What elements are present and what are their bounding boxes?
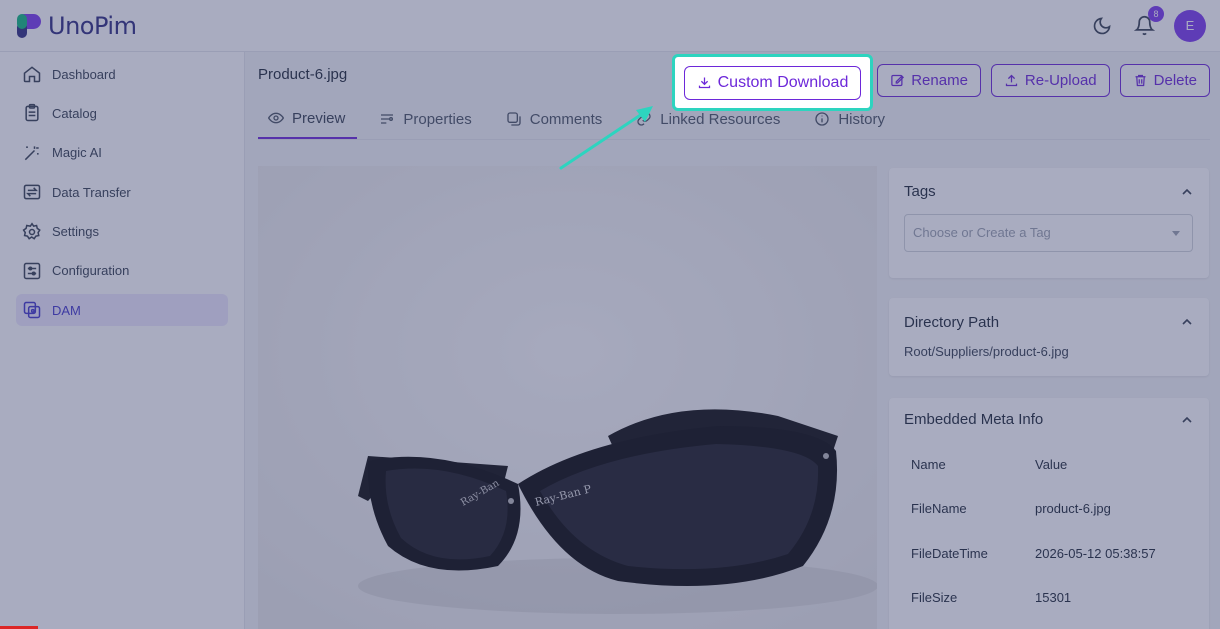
- custom-download-label: Custom Download: [717, 73, 849, 91]
- tab-label: Properties: [403, 110, 472, 128]
- sidebar-item-label: DAM: [52, 302, 81, 318]
- tabs-divider: [258, 139, 1210, 140]
- tags-panel: Tags Choose or Create a Tag: [889, 168, 1209, 278]
- sidebar-item-label: Settings: [52, 224, 99, 240]
- sidebar-item-label: Catalog: [52, 105, 97, 121]
- properties-icon: [381, 114, 394, 124]
- eye-icon: [268, 112, 284, 124]
- table-row: FileDateTime 2026-05-12 05:38:57: [904, 531, 1194, 576]
- magic-wand-icon: [24, 146, 39, 160]
- sidebar-item-magic-ai[interactable]: Magic AI: [16, 137, 228, 169]
- meta-name: FileName: [911, 501, 967, 517]
- sidebar-item-data-transfer[interactable]: Data Transfer: [16, 176, 228, 208]
- meta-name: FileDateTime: [911, 545, 988, 561]
- info-icon: [815, 112, 830, 126]
- table-row: FileSize 15301: [904, 576, 1194, 621]
- chevron-up-icon[interactable]: [1181, 414, 1193, 426]
- clipboard-icon: [25, 104, 39, 122]
- image-preview: Ray-Ban P Ray-Ban: [258, 166, 877, 629]
- chevron-up-icon[interactable]: [1181, 186, 1193, 198]
- tab-label: Preview: [292, 109, 346, 127]
- page-title: Product-6.jpg: [258, 66, 348, 83]
- tag-select[interactable]: Choose or Create a Tag: [904, 214, 1193, 252]
- images-icon: [23, 302, 41, 319]
- caret-down-icon: [1172, 231, 1180, 236]
- home-icon: [23, 66, 41, 83]
- table-header: Name Value: [904, 442, 1194, 487]
- logo-text: UnoPim: [48, 11, 137, 40]
- unopim-logo-icon: [17, 13, 41, 38]
- directory-path-value: Root/Suppliers/product-6.jpg: [904, 344, 1069, 359]
- sidebar-item-dam[interactable]: DAM: [16, 294, 228, 327]
- dark-mode-toggle[interactable]: [1090, 14, 1114, 38]
- table-row: FileName product-6.jpg: [904, 487, 1194, 532]
- top-header: UnoPim 8 E: [0, 0, 1220, 52]
- download-icon: [698, 77, 710, 89]
- sunglasses-image: Ray-Ban P Ray-Ban: [258, 166, 877, 629]
- sidebar-item-label: Configuration: [52, 263, 130, 279]
- sidebar-item-catalog[interactable]: Catalog: [16, 97, 228, 129]
- transfer-icon: [23, 184, 41, 200]
- rename-label: Rename: [911, 72, 968, 89]
- pointer-arrow-icon: [559, 106, 653, 170]
- tag-select-placeholder: Choose or Create a Tag: [913, 225, 1051, 240]
- tab-properties[interactable]: Properties: [369, 99, 483, 139]
- sidebar-item-label: Magic AI: [52, 145, 102, 161]
- delete-button[interactable]: Delete: [1119, 64, 1210, 97]
- rename-button[interactable]: Rename: [877, 64, 981, 97]
- sidebar-item-dashboard[interactable]: Dashboard: [16, 58, 228, 90]
- reupload-label: Re-Upload: [1024, 72, 1097, 89]
- sliders-icon: [23, 262, 41, 280]
- avatar[interactable]: E: [1174, 9, 1206, 42]
- logo[interactable]: UnoPim: [16, 11, 137, 40]
- tags-title: Tags: [904, 183, 936, 200]
- comments-icon: [507, 112, 521, 126]
- main-content: Product-6.jpg Rename Re-Upload Delete Pr…: [245, 52, 1220, 629]
- sidebar-item-configuration[interactable]: Configuration: [16, 255, 228, 287]
- trash-icon: [1135, 74, 1146, 87]
- reupload-button[interactable]: Re-Upload: [990, 64, 1110, 97]
- sidebar-item-label: Data Transfer: [52, 184, 131, 200]
- upload-icon: [1005, 74, 1018, 87]
- gear-icon: [22, 221, 41, 240]
- directory-title: Directory Path: [904, 314, 1000, 331]
- edit-icon: [891, 74, 905, 87]
- meta-value: 15301: [1035, 590, 1072, 606]
- tab-label: History: [838, 110, 886, 128]
- notifications-button[interactable]: 8: [1132, 5, 1164, 38]
- sidebar: Dashboard Catalog Magic AI Data Transfer…: [0, 52, 245, 629]
- meta-value: 2026-05-12 05:38:57: [1035, 545, 1156, 561]
- directory-path-panel: Directory Path Root/Suppliers/product-6.…: [889, 298, 1209, 376]
- chevron-up-icon[interactable]: [1181, 316, 1193, 328]
- embedded-meta-panel: Embedded Meta Info Name Value FileName p…: [889, 398, 1209, 629]
- tab-preview[interactable]: Preview: [258, 99, 358, 139]
- column-header-value: Value: [1035, 456, 1068, 472]
- sidebar-item-settings[interactable]: Settings: [16, 216, 228, 248]
- sidebar-item-label: Dashboard: [52, 66, 116, 82]
- custom-download-button[interactable]: Custom Download: [683, 65, 862, 100]
- moon-icon: [1093, 16, 1111, 34]
- meta-table: Name Value FileName product-6.jpg FileDa…: [904, 442, 1194, 620]
- tab-label: Linked Resources: [660, 110, 781, 128]
- meta-value: product-6.jpg: [1035, 501, 1111, 517]
- meta-title: Embedded Meta Info: [904, 411, 1044, 428]
- notification-badge: 8: [1148, 5, 1164, 22]
- highlight-box: Custom Download: [672, 54, 873, 111]
- meta-name: FileSize: [911, 590, 958, 606]
- column-header-name: Name: [911, 456, 946, 472]
- delete-label: Delete: [1153, 72, 1197, 89]
